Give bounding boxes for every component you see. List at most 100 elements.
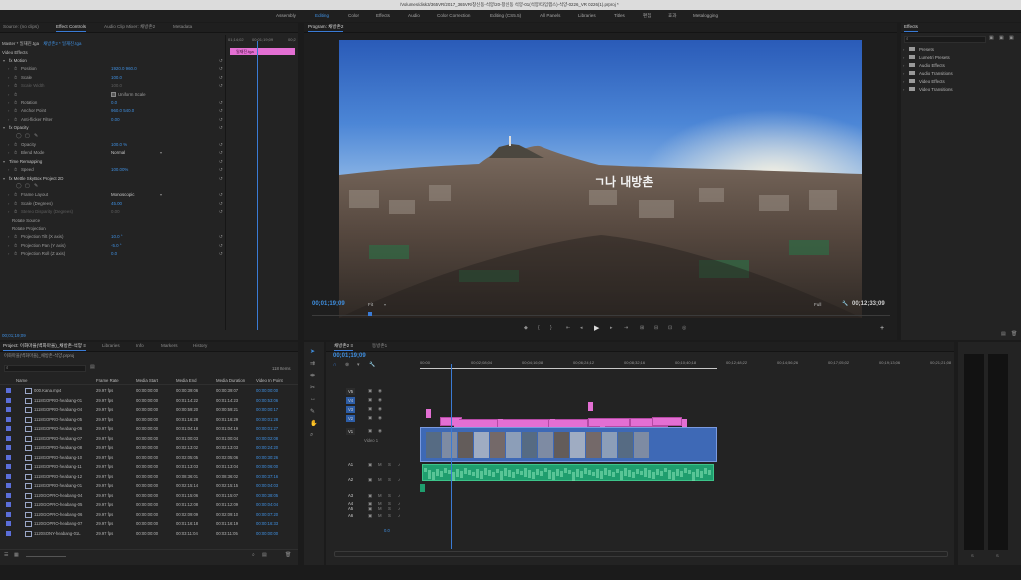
stopwatch-icon[interactable]: ⏱ [14, 117, 17, 122]
project-row[interactable]: 1120GOPRO-heabang-05 29.97 fps 00:00:00:00… [0, 500, 298, 509]
solo-icon[interactable]: S [388, 506, 391, 511]
effects-folder[interactable]: › Lumetri Presets [903, 54, 1018, 62]
workspace-tab-12[interactable]: Metalogging [693, 13, 718, 18]
column-header[interactable]: Video In Point [256, 378, 283, 383]
mute-icon[interactable]: M [378, 506, 382, 511]
reset-icon[interactable]: ↺ [219, 159, 223, 165]
go-to-in-icon[interactable]: ⇤ [566, 326, 570, 331]
vr-icon[interactable]: ◎ [682, 326, 686, 331]
program-playhead[interactable] [368, 312, 372, 316]
chevron-right-icon[interactable]: › [903, 71, 904, 76]
toggle-sync-icon[interactable]: ▣ [368, 428, 372, 434]
effects-folder[interactable]: › Presets [903, 46, 1018, 54]
rect-mask-icon[interactable]: ▢ [25, 183, 30, 189]
icon-view-icon[interactable]: ▦ [14, 553, 19, 558]
mute-icon[interactable]: M [378, 513, 382, 518]
project-row[interactable]: 1120GOPRO-heabang-07 29.97 fps 00:00:00:00… [0, 519, 298, 528]
mini-playhead[interactable] [257, 41, 258, 330]
reset-icon[interactable]: ↺ [219, 108, 223, 114]
list-view-icon[interactable]: ☰ [4, 553, 8, 558]
expand-chevron-icon[interactable]: › [8, 150, 9, 155]
fx-param-value[interactable]: -5.0 ° [111, 243, 122, 248]
mic-icon[interactable]: ♪ [398, 506, 400, 511]
workspace-tab-5[interactable]: Color Correction [437, 13, 470, 18]
tab-source-3[interactable]: Metadata [173, 24, 192, 29]
chevron-right-icon[interactable]: › [903, 79, 904, 84]
selection-tool-icon[interactable]: ➤ [310, 348, 315, 355]
reset-icon[interactable]: ↺ [219, 125, 223, 131]
stopwatch-icon[interactable]: ⏱ [14, 75, 17, 80]
workspace-tab-6[interactable]: Editing (CS5.5) [490, 13, 521, 18]
stopwatch-icon[interactable]: ⏱ [14, 142, 17, 147]
marker-icon[interactable]: ◆ [524, 326, 528, 331]
reset-icon[interactable]: ↺ [219, 150, 223, 156]
zoom-icon[interactable]: ⌕ [310, 432, 313, 439]
reset-icon[interactable]: ↺ [219, 142, 223, 148]
stopwatch-icon[interactable]: ⏱ [14, 201, 17, 206]
tab-source-1[interactable]: Effect Controls [56, 24, 87, 32]
label-color-swatch[interactable] [6, 426, 11, 431]
fx-param-value[interactable]: 100.00% [111, 167, 128, 172]
expand-chevron-icon[interactable]: › [8, 100, 9, 105]
timeline-scrollbar[interactable] [334, 551, 948, 557]
stopwatch-icon[interactable]: ⏱ [14, 100, 17, 105]
project-row[interactable]: 1120SONY-heabang-01L 29.97 fps 00:00:00:00… [0, 529, 298, 538]
add-button-icon[interactable]: + [880, 325, 884, 332]
mute-icon[interactable]: M [378, 493, 382, 498]
label-color-swatch[interactable] [6, 407, 11, 412]
tab-sequence-1[interactable]: 동방촌1 [372, 343, 387, 349]
column-header[interactable]: Frame Rate [96, 378, 119, 383]
stopwatch-icon[interactable]: ⏱ [14, 108, 17, 113]
zoom-slider[interactable] [26, 556, 66, 557]
camera-icon[interactable]: ⊡ [668, 326, 672, 331]
sequence-clip-label[interactable]: 채방촌2 * 일재진.tga [43, 41, 81, 46]
label-color-swatch[interactable] [6, 511, 11, 517]
fx-param-value[interactable]: Normal [111, 150, 125, 155]
reset-icon[interactable]: ↺ [219, 201, 223, 207]
toggle-sync-icon[interactable]: ▣ [368, 388, 372, 394]
32bit-effects-icon[interactable]: ▣ [999, 36, 1004, 41]
out-point-icon[interactable]: } [550, 326, 552, 331]
workspace-tab-2[interactable]: Color [348, 13, 359, 18]
reset-icon[interactable]: ↺ [219, 251, 223, 257]
tab-source-0[interactable]: Source: (no clips) [3, 24, 39, 29]
workspace-tab-8[interactable]: Libraries [578, 13, 596, 18]
lift-icon[interactable]: ⊞ [640, 326, 644, 331]
tab-project-2[interactable]: Info [136, 343, 144, 348]
ellipse-mask-icon[interactable]: ◯ [16, 133, 22, 139]
accelerated-effects-icon[interactable]: ▣ [989, 36, 994, 41]
step-back-icon[interactable]: ◂ [580, 326, 583, 331]
timeline-playhead[interactable] [451, 364, 452, 549]
expand-chevron-icon[interactable]: › [8, 243, 9, 248]
effects-search-input[interactable]: ⌕ [904, 36, 986, 43]
dropdown-chevron-icon[interactable]: ▾ [160, 192, 162, 197]
eye-icon[interactable]: ◉ [378, 428, 382, 434]
solo-icon[interactable]: S [388, 513, 391, 518]
dropdown-chevron-icon[interactable]: ▾ [160, 150, 162, 155]
project-row[interactable]: 1118GOPRO-heabang-04 29.97 fps 00:00:00:00… [0, 405, 298, 414]
reset-icon[interactable]: ↺ [219, 66, 223, 72]
mic-icon[interactable]: ♪ [398, 462, 400, 467]
fx-param-value[interactable]: 10.0 ° [111, 234, 123, 239]
project-row[interactable]: 1118GOPRO-heabang-08 29.97 fps 00:00:00:00… [0, 443, 298, 452]
toggle-sync-icon[interactable]: ▣ [368, 397, 372, 403]
mute-icon[interactable]: M [378, 462, 382, 467]
expand-chevron-icon[interactable]: ▾ [3, 159, 5, 164]
tab-project-0[interactable]: Project: 이화마을(벽화마을)_채방촌-석양 ≡ [3, 343, 86, 351]
column-header[interactable]: Name [16, 378, 27, 383]
stopwatch-icon[interactable]: ⏱ [14, 92, 17, 97]
meter-solo-left[interactable]: S [971, 553, 974, 558]
effects-folder[interactable]: › Audio Effects [903, 62, 1018, 70]
uniform-scale-checkbox[interactable] [111, 91, 116, 97]
hand-icon[interactable]: ✋ [310, 420, 317, 427]
mini-clip-bar[interactable]: 일재진.tga [230, 48, 295, 55]
audio-clip-a2[interactable] [420, 484, 425, 492]
label-color-swatch[interactable] [6, 483, 11, 488]
stopwatch-icon[interactable]: ⏱ [14, 243, 17, 248]
reset-icon[interactable]: ↺ [219, 100, 223, 106]
column-header[interactable]: Media End [176, 378, 197, 383]
stopwatch-icon[interactable]: ⏱ [14, 234, 17, 239]
tab-program[interactable]: Program: 채방촌2 [308, 24, 344, 32]
title-marker-clip[interactable] [426, 409, 431, 418]
stopwatch-icon[interactable]: ⏱ [14, 209, 17, 214]
